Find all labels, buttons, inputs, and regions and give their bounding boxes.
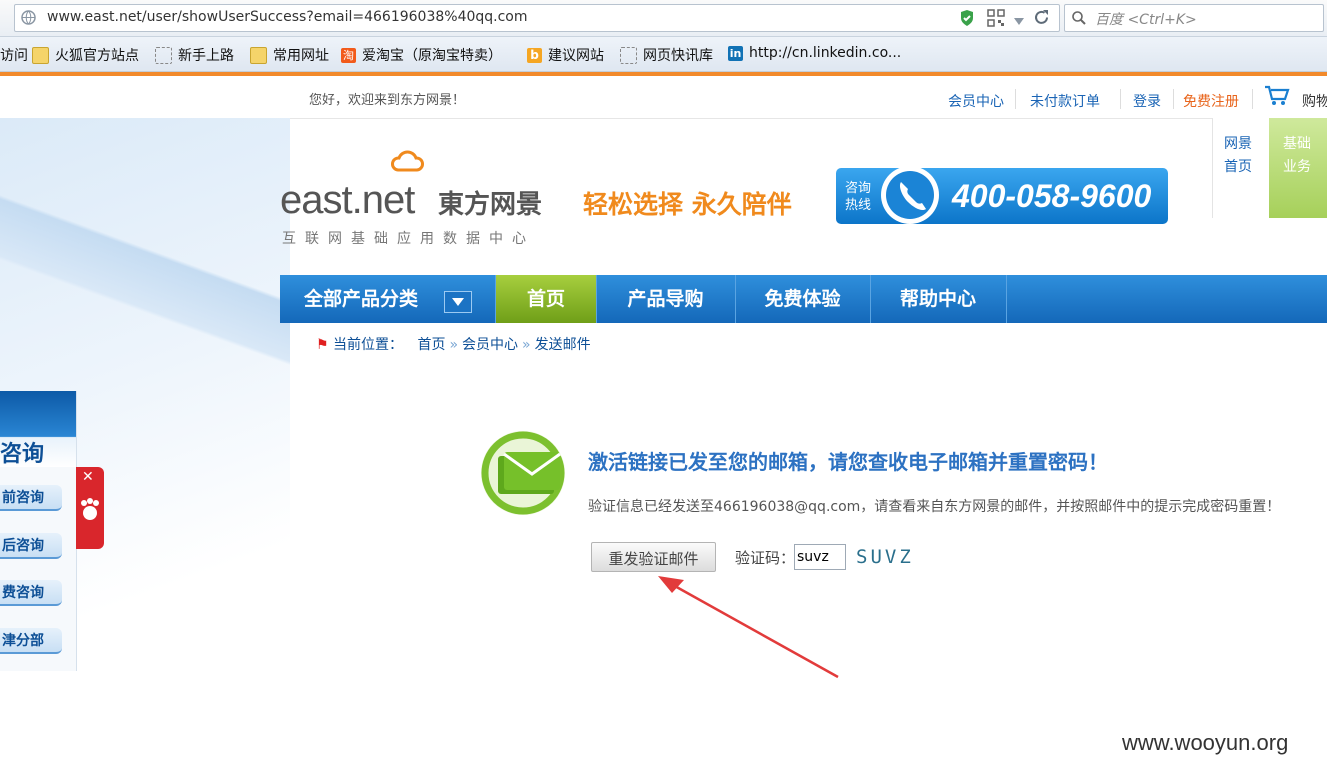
hotline-label: 咨询热线	[845, 181, 872, 213]
divider	[1120, 89, 1121, 109]
breadcrumb-home[interactable]: 首页	[417, 337, 445, 353]
bookmark-item[interactable]: 火狐官方站点	[32, 45, 139, 65]
bookmark-item[interactable]: b 建议网站	[527, 45, 604, 65]
breadcrumb-current: 发送邮件	[534, 337, 591, 353]
taobao-icon: 淘	[341, 47, 356, 63]
url-text: www.east.net/user/showUserSuccess?email=…	[47, 9, 528, 25]
search-box[interactable]: 百度 <Ctrl+K>	[1064, 4, 1324, 32]
resend-email-button[interactable]: 重发验证邮件	[591, 542, 716, 572]
folder-icon	[250, 46, 267, 64]
login-link[interactable]: 登录	[1133, 91, 1161, 111]
bookmark-label: http://cn.linkedin.co...	[749, 45, 902, 61]
divider	[1015, 89, 1016, 109]
linkedin-icon: in	[728, 45, 743, 61]
cart-link[interactable]: 购物	[1302, 91, 1327, 111]
slogan: 轻松选择 永久陪伴	[583, 190, 792, 219]
baidu-widget[interactable]: ✕	[76, 467, 104, 549]
paw-icon	[79, 497, 101, 527]
bookmark-label: 爱淘宝（原淘宝特卖）	[362, 48, 502, 64]
blank-page-icon	[620, 46, 637, 64]
bookmark-label: 火狐官方站点	[55, 48, 139, 64]
bing-icon: b	[527, 47, 542, 63]
consult-item[interactable]: 津分部	[0, 628, 62, 654]
basic-business-label[interactable]: 基础业务	[1283, 133, 1317, 179]
left-decoration	[0, 118, 290, 418]
search-icon	[1071, 10, 1087, 30]
consult-item[interactable]: 前咨询	[0, 485, 62, 511]
bookmark-item[interactable]: 常用网址	[250, 45, 329, 65]
cart-icon[interactable]	[1264, 85, 1290, 111]
consult-item[interactable]: 费咨询	[0, 580, 62, 606]
success-message: 验证信息已经发送至466196038@qq.com，请查看来自东方网景的邮件，并…	[588, 499, 1281, 515]
unpaid-orders-link[interactable]: 未付款订单	[1030, 91, 1100, 111]
bookmarks-bar: 访问 火狐官方站点 新手上路 常用网址 淘爱淘宝（原淘宝特卖） b 建议网站 网页…	[0, 37, 1327, 72]
consult-title: 咨询	[0, 442, 45, 467]
close-icon[interactable]: ✕	[82, 469, 94, 485]
bookmark-label: 网页快讯库	[643, 48, 713, 64]
reload-icon[interactable]	[1033, 9, 1050, 30]
member-center-link[interactable]: 会员中心	[948, 91, 1004, 111]
home-tab-label[interactable]: 网景首页	[1224, 133, 1258, 179]
globe-icon	[21, 10, 36, 29]
main-nav: 全部产品分类 首页 产品导购 免费体验 帮助中心	[280, 275, 1327, 323]
nav-home[interactable]: 首页	[496, 275, 597, 323]
logo-east[interactable]: east.net	[280, 178, 415, 223]
breadcrumb-label: 当前位置：	[333, 337, 404, 353]
flag-icon: ⚑	[316, 337, 329, 353]
bookmark-item[interactable]: 访问	[0, 45, 28, 65]
site-topbar: 您好，欢迎来到东方网景！ 会员中心 未付款订单 登录 免费注册 购物	[0, 76, 1327, 119]
consult-item[interactable]: 后咨询	[0, 533, 62, 559]
captcha-input[interactable]	[794, 544, 846, 570]
divider	[1252, 89, 1253, 109]
nav-help-center[interactable]: 帮助中心	[870, 275, 1007, 323]
chevron-right-icon: »	[449, 337, 459, 353]
watermark: www.wooyun.org	[1122, 730, 1289, 755]
logo-chinese: 東方网景	[438, 190, 543, 220]
breadcrumb: ⚑ 当前位置： 首页» 会员中心» 发送邮件	[316, 334, 591, 354]
captcha-image[interactable]: SUVZ	[856, 546, 914, 568]
annotation-arrow	[658, 576, 839, 679]
dropdown-arrow-icon[interactable]	[1013, 12, 1025, 31]
chevron-down-icon[interactable]	[444, 291, 472, 313]
bookmark-item[interactable]: 新手上路	[155, 45, 234, 65]
breadcrumb-member-center[interactable]: 会员中心	[462, 337, 518, 353]
bookmark-label: 常用网址	[273, 48, 329, 64]
bookmark-item[interactable]: 淘爱淘宝（原淘宝特卖）	[341, 45, 502, 65]
hotline-number: 400-058-9600	[952, 178, 1152, 214]
welcome-text: 您好，欢迎来到东方网景！	[309, 93, 466, 108]
nav-product-guide[interactable]: 产品导购	[596, 275, 736, 323]
register-link[interactable]: 免费注册	[1183, 91, 1239, 111]
cloud-icon	[390, 150, 428, 178]
search-placeholder: 百度 <Ctrl+K>	[1095, 12, 1197, 28]
chevron-right-icon: »	[522, 337, 531, 353]
phone-icon	[880, 160, 939, 230]
folder-icon	[32, 46, 49, 64]
address-bar[interactable]: www.east.net/user/showUserSuccess?email=…	[14, 4, 1060, 32]
divider	[1173, 89, 1174, 109]
bookmark-item[interactable]: 网页快讯库	[620, 45, 713, 65]
bookmark-label: 访问	[0, 48, 28, 64]
bookmark-label: 新手上路	[178, 48, 234, 64]
success-title: 激活链接已发至您的邮箱，请您查收电子邮箱并重置密码！	[588, 450, 1108, 474]
logo-subtitle: 互联网基础应用数据中心	[282, 231, 535, 247]
nav-free-trial[interactable]: 免费体验	[735, 275, 871, 323]
bookmark-label: 建议网站	[548, 48, 604, 64]
blank-page-icon	[155, 46, 172, 64]
qr-code-icon[interactable]	[987, 9, 1005, 31]
bookmark-item[interactable]: in http://cn.linkedin.co...	[728, 45, 901, 61]
shield-icon[interactable]	[959, 9, 975, 31]
captcha-label: 验证码：	[735, 549, 796, 567]
mail-success-icon	[478, 428, 568, 518]
